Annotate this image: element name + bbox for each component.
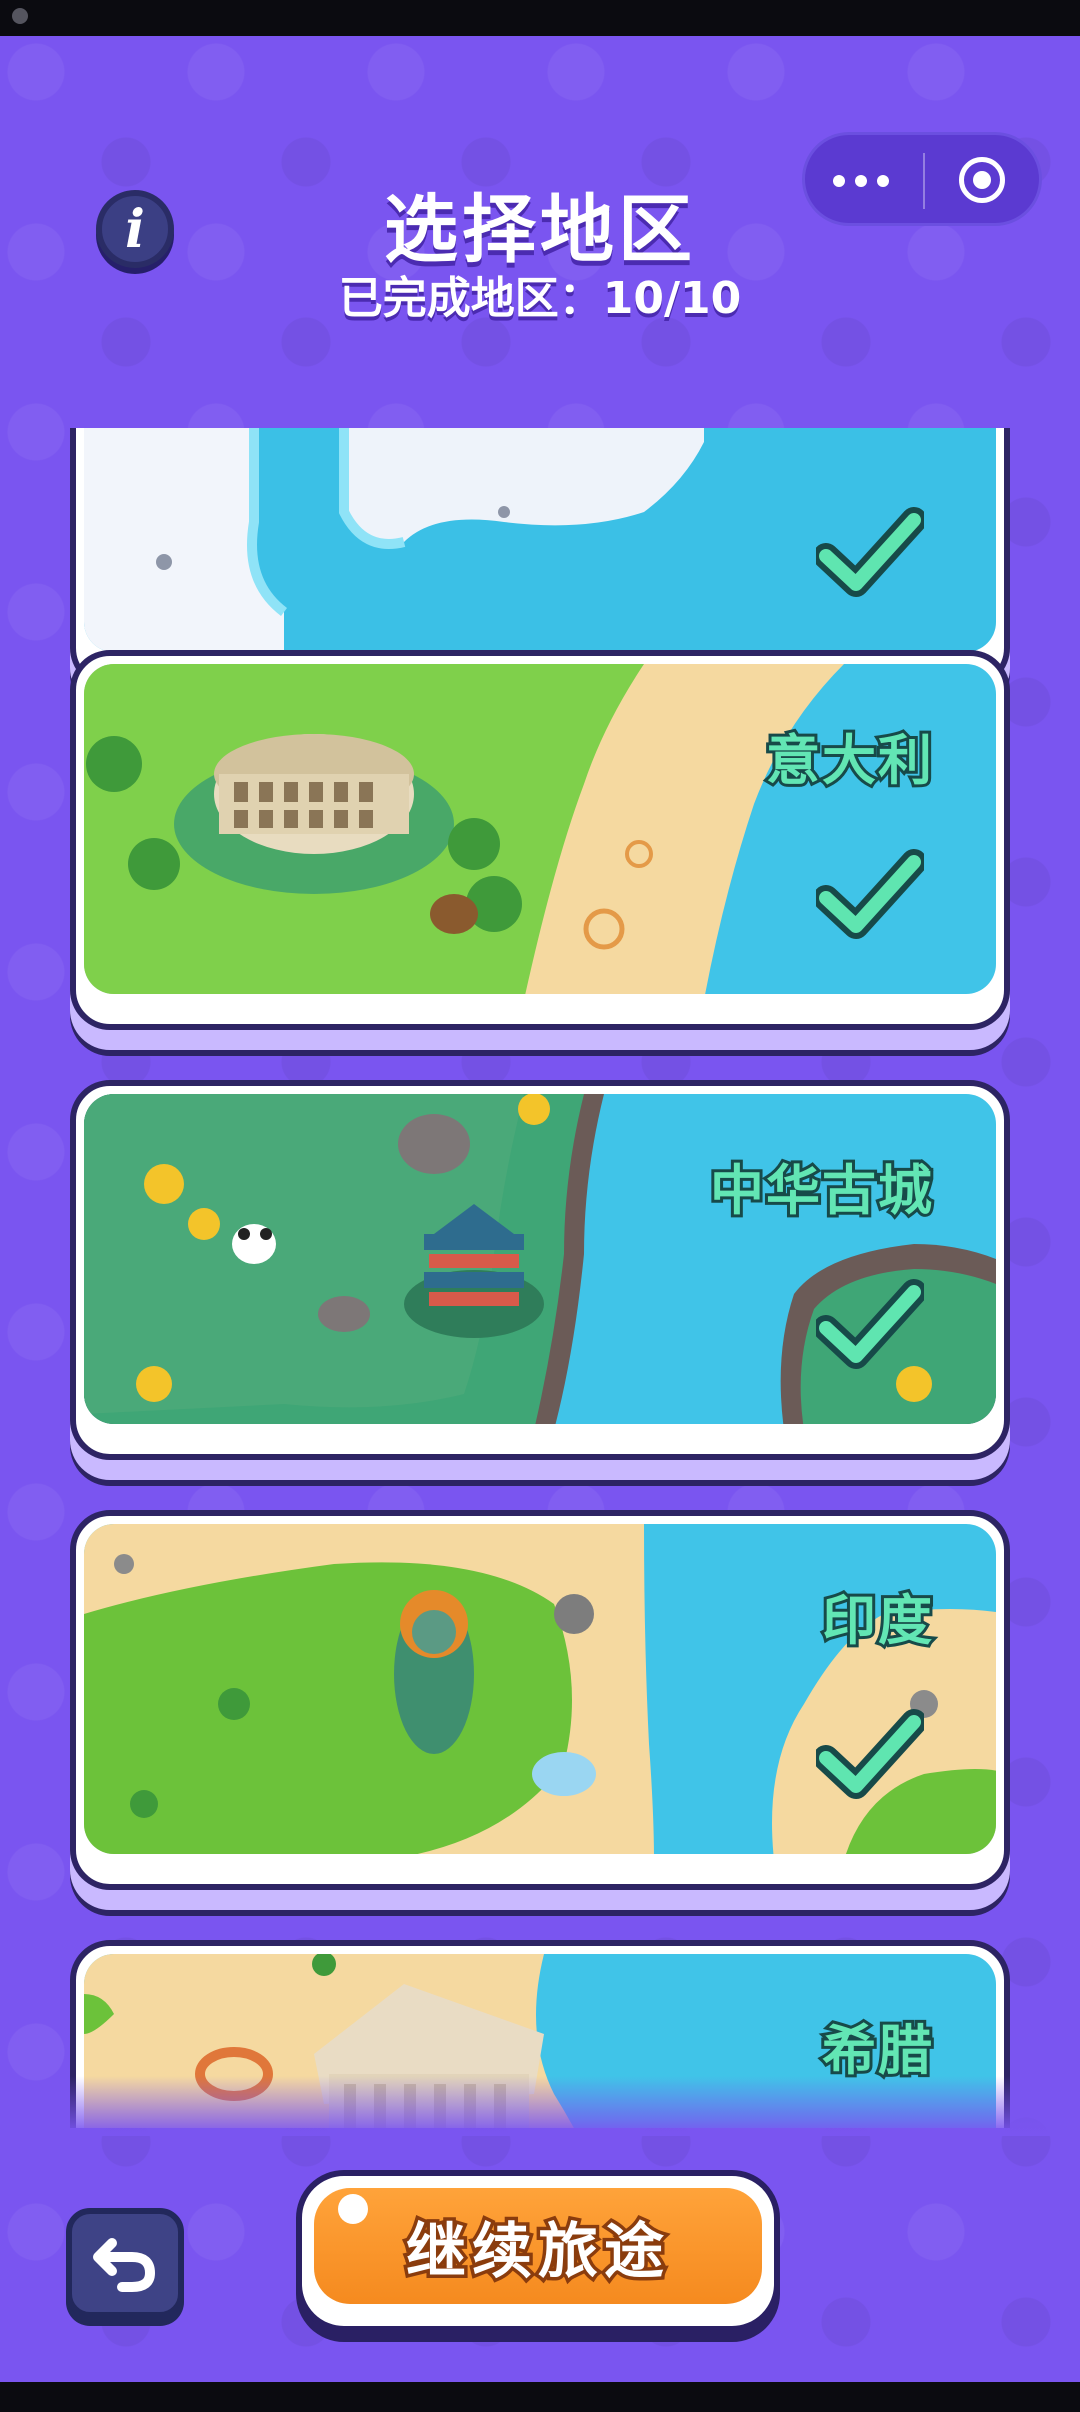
region-name: 中华古城 <box>707 1156 935 1225</box>
region-card-india[interactable]: 印度 <box>70 1510 1010 1890</box>
region-name: 意大利 <box>763 726 935 795</box>
progress-label: 已完成地区：10/10 <box>338 273 742 324</box>
undo-arrow-icon <box>93 2238 156 2292</box>
region-name: 希腊 <box>819 2016 935 2085</box>
status-bar <box>0 0 1080 36</box>
check-icon <box>816 849 924 939</box>
continue-button-face: 继续旅途 <box>314 2188 762 2304</box>
back-button[interactable] <box>66 2208 184 2318</box>
region-card-italy[interactable]: 意大利 <box>70 650 1010 1030</box>
region-map <box>84 1094 996 1424</box>
capsule-divider <box>923 153 925 209</box>
navigation-bar <box>0 2382 1080 2412</box>
region-card-china[interactable]: 中华古城 <box>70 1080 1010 1460</box>
mini-program-capsule <box>802 132 1042 226</box>
camera-dot <box>12 8 28 24</box>
more-dots-icon[interactable] <box>833 175 897 189</box>
region-list[interactable]: 意大利 中华古城 印度 希腊 <box>0 428 1080 2128</box>
region-name: 印度 <box>819 1586 935 1655</box>
continue-label: 继续旅途 <box>403 2213 670 2290</box>
check-icon <box>816 1279 924 1369</box>
region-map <box>84 1524 996 1854</box>
check-icon <box>816 1709 924 1799</box>
region-map <box>84 664 996 994</box>
check-icon <box>816 507 924 597</box>
button-highlight <box>338 2194 368 2224</box>
continue-journey-button[interactable]: 继续旅途 <box>296 2170 780 2332</box>
list-fade <box>0 2076 1080 2136</box>
region-card[interactable] <box>70 428 1010 688</box>
target-icon[interactable] <box>959 157 1005 203</box>
